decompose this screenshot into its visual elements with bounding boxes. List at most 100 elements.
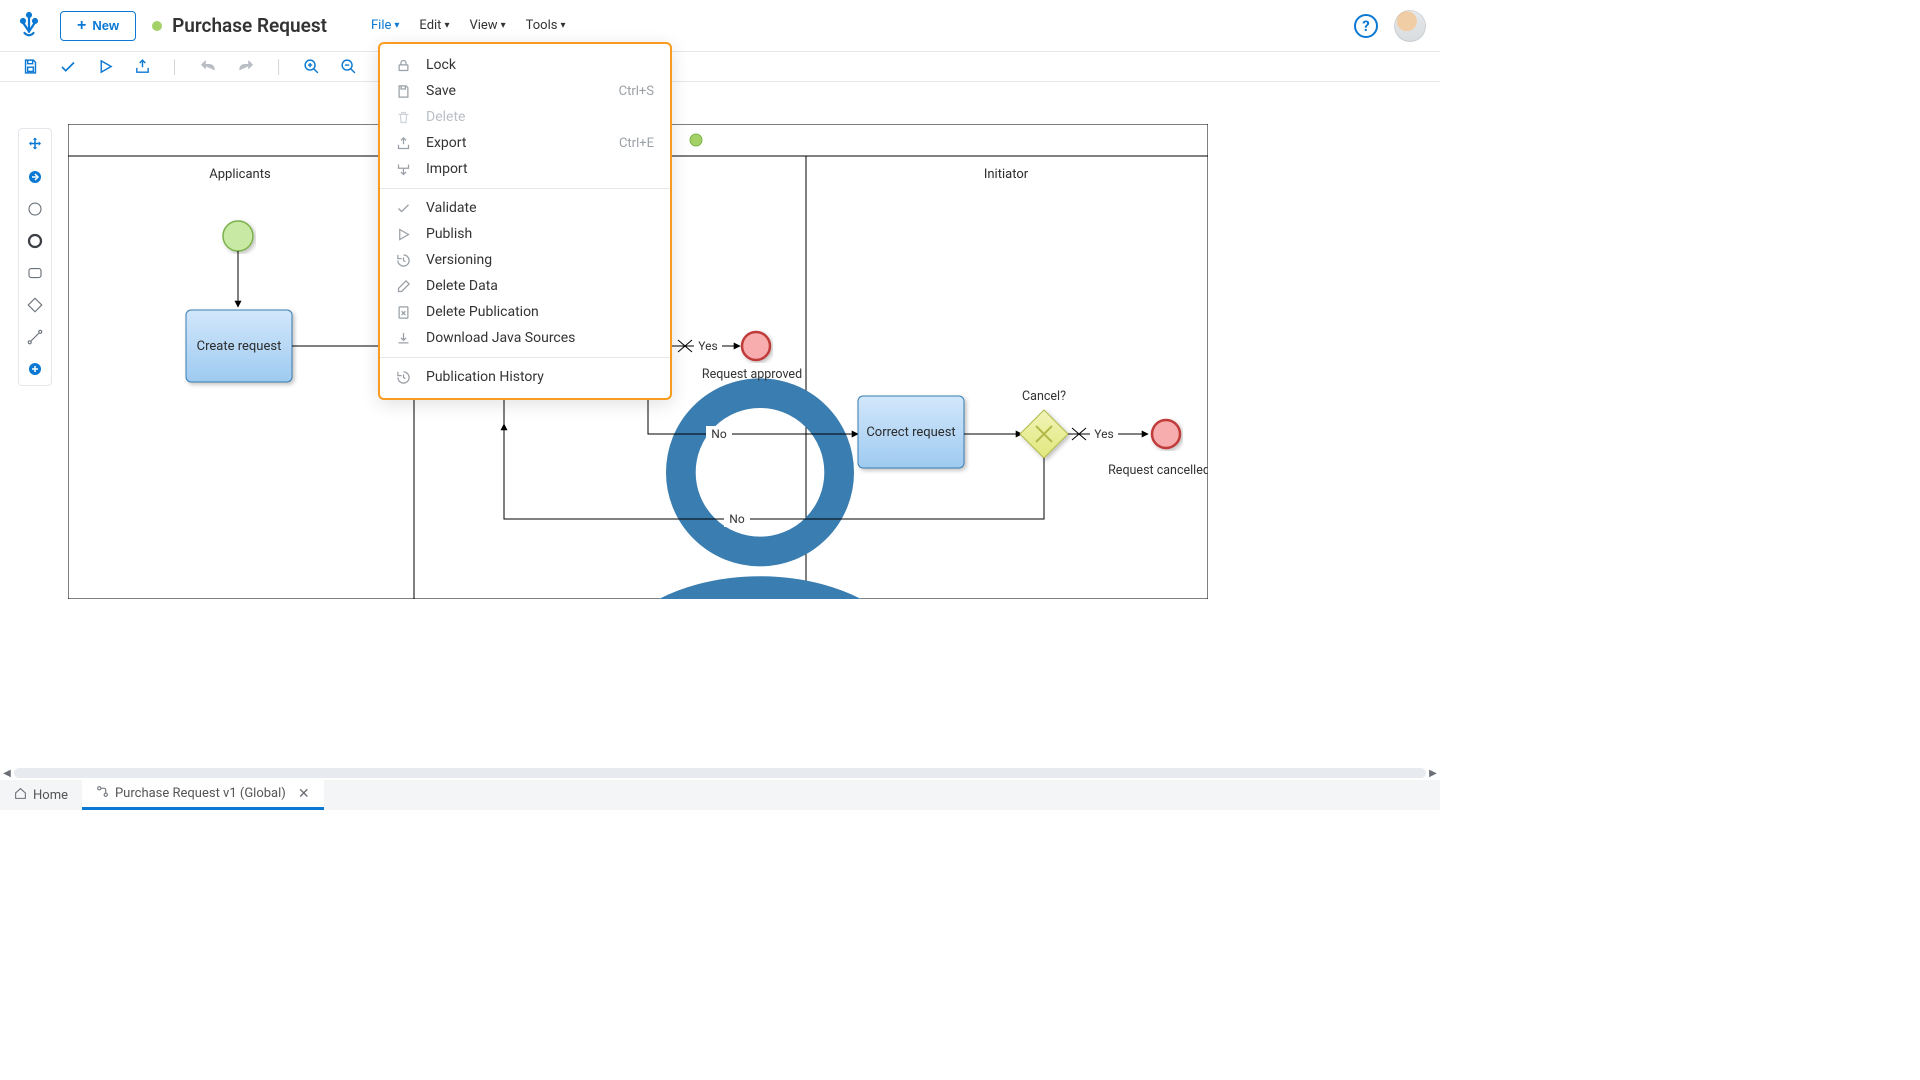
- chevron-down-icon: ▾: [444, 20, 449, 31]
- menu-file-label: File: [371, 18, 391, 33]
- export-icon: [396, 136, 414, 151]
- menubar: File ▾ Edit ▾ View ▾ Tools ▾: [371, 18, 565, 33]
- tab-label: Purchase Request v1 (Global): [115, 786, 286, 801]
- toolbar-divider: │: [275, 59, 283, 75]
- menu-separator: [380, 188, 670, 189]
- toolbar-divider: │: [171, 59, 179, 75]
- play-icon: [396, 227, 414, 242]
- menu-item-label: Save: [426, 83, 456, 99]
- zoom-out-icon[interactable]: [340, 58, 357, 75]
- history-icon: [396, 253, 414, 268]
- chevron-down-icon: ▾: [560, 20, 565, 31]
- lane-label-initiator: Initiator: [984, 167, 1029, 182]
- start-event-icon[interactable]: [25, 199, 45, 219]
- app-header: + New Purchase Request File ▾ Edit ▾ Vie…: [0, 0, 1440, 52]
- page-title: Purchase Request: [172, 14, 327, 37]
- chevron-down-icon: ▾: [501, 20, 506, 31]
- menu-item-save[interactable]: Save Ctrl+S: [380, 78, 670, 104]
- save-icon: [396, 84, 414, 99]
- move-tool-icon[interactable]: [25, 135, 45, 155]
- user-avatar[interactable]: [1394, 10, 1426, 42]
- import-icon: [396, 162, 414, 177]
- undo-icon[interactable]: [199, 58, 217, 76]
- lane-label-applicants: Applicants: [209, 167, 271, 182]
- export-icon[interactable]: [134, 58, 151, 75]
- save-icon[interactable]: [22, 58, 39, 75]
- task-icon[interactable]: [25, 263, 45, 283]
- close-icon[interactable]: ✕: [298, 786, 310, 802]
- title-group: Purchase Request: [152, 14, 327, 37]
- menu-item-versioning[interactable]: Versioning: [380, 247, 670, 273]
- horizontal-scrollbar[interactable]: ◀ ▶: [0, 766, 1440, 780]
- scroll-right-icon[interactable]: ▶: [1426, 766, 1440, 780]
- eraser-icon: [396, 279, 414, 294]
- shape-palette: [18, 128, 52, 386]
- check-icon: [396, 201, 414, 216]
- end-event-label: Request cancelled: [1108, 463, 1208, 478]
- menu-edit[interactable]: Edit ▾: [419, 18, 449, 33]
- menu-item-label: Delete: [426, 109, 465, 125]
- menu-item-label: Delete Publication: [426, 304, 539, 320]
- add-tool-icon[interactable]: [25, 359, 45, 379]
- menu-item-label: Import: [426, 161, 468, 177]
- menu-separator: [380, 357, 670, 358]
- menu-shortcut: Ctrl+E: [619, 136, 654, 151]
- plus-icon: +: [77, 17, 86, 35]
- menu-item-publish[interactable]: Publish: [380, 221, 670, 247]
- menu-item-publication-history[interactable]: Publication History: [380, 364, 670, 390]
- help-icon[interactable]: ?: [1354, 14, 1378, 38]
- start-event[interactable]: [223, 221, 253, 251]
- menu-shortcut: Ctrl+S: [619, 84, 654, 99]
- download-icon: [396, 331, 414, 346]
- scroll-left-icon[interactable]: ◀: [0, 766, 14, 780]
- tab-label: Home: [33, 788, 68, 803]
- menu-item-delete-data[interactable]: Delete Data: [380, 273, 670, 299]
- menu-file[interactable]: File ▾: [371, 18, 399, 33]
- tab-home[interactable]: Home: [0, 780, 82, 810]
- menu-edit-label: Edit: [419, 18, 441, 33]
- new-button[interactable]: + New: [60, 11, 136, 41]
- menu-item-label: Publication History: [426, 369, 544, 385]
- connection-icon[interactable]: [25, 327, 45, 347]
- edge-label-no: No: [729, 512, 745, 526]
- task-label: Create request: [197, 339, 282, 354]
- end-event-icon[interactable]: [25, 231, 45, 251]
- menu-item-import[interactable]: Import: [380, 156, 670, 182]
- bottom-tabs: Home Purchase Request v1 (Global) ✕: [0, 780, 1440, 810]
- menu-item-delete: Delete: [380, 104, 670, 130]
- end-event-approved[interactable]: [742, 332, 770, 360]
- menu-item-download-java[interactable]: Download Java Sources: [380, 325, 670, 351]
- end-event-label: Request approved: [702, 367, 802, 382]
- end-event-cancelled[interactable]: [1152, 420, 1180, 448]
- document-x-icon: [396, 305, 414, 320]
- edge-label-yes: Yes: [1094, 427, 1113, 441]
- validate-icon[interactable]: [59, 58, 77, 76]
- menu-view-label: View: [469, 18, 497, 33]
- menu-item-label: Publish: [426, 226, 472, 242]
- menu-item-label: Export: [426, 135, 466, 151]
- menu-item-label: Lock: [426, 57, 456, 73]
- lock-icon: [396, 58, 414, 73]
- status-dot-icon: [152, 21, 162, 31]
- menu-item-lock[interactable]: Lock: [380, 52, 670, 78]
- menu-tools[interactable]: Tools ▾: [526, 18, 566, 33]
- menu-item-delete-publication[interactable]: Delete Publication: [380, 299, 670, 325]
- gateway-icon[interactable]: [25, 295, 45, 315]
- menu-item-label: Versioning: [426, 252, 492, 268]
- home-icon: [14, 787, 27, 804]
- edge-label-yes: Yes: [698, 339, 717, 353]
- menu-view[interactable]: View ▾: [469, 18, 505, 33]
- history-icon: [396, 370, 414, 385]
- tab-workflow[interactable]: Purchase Request v1 (Global) ✕: [82, 780, 324, 810]
- menu-tools-label: Tools: [526, 18, 558, 33]
- menu-item-export[interactable]: Export Ctrl+E: [380, 130, 670, 156]
- connector-tool-icon[interactable]: [25, 167, 45, 187]
- scroll-track[interactable]: [14, 768, 1426, 778]
- play-icon[interactable]: [97, 58, 114, 75]
- new-button-label: New: [92, 18, 119, 33]
- zoom-in-icon[interactable]: [303, 58, 320, 75]
- edge-label-no: No: [711, 427, 727, 441]
- app-logo-icon[interactable]: [14, 9, 44, 43]
- redo-icon[interactable]: [237, 58, 255, 76]
- menu-item-validate[interactable]: Validate: [380, 195, 670, 221]
